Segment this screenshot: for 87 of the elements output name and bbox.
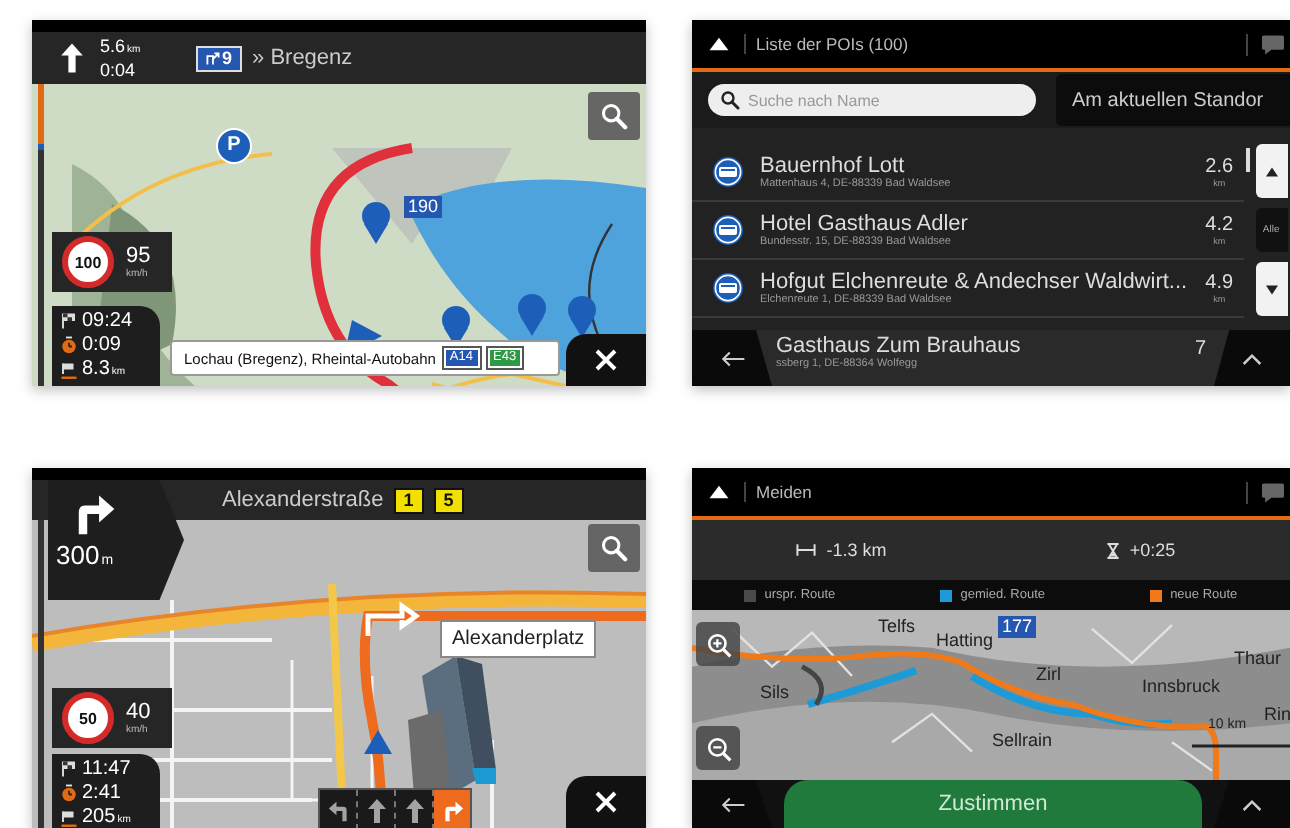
menu-icon[interactable]: [708, 484, 730, 500]
back-arrow-icon: [719, 795, 745, 813]
search-button[interactable]: [588, 92, 640, 140]
caret-up-icon: [1242, 351, 1262, 365]
trip-value: 11:47: [82, 757, 131, 781]
trip-value: 2:41: [82, 781, 121, 805]
place-label: Thaur: [1234, 648, 1282, 670]
straight-arrow-icon: [365, 797, 387, 823]
turn-right-icon: [441, 797, 463, 823]
current-speed: 95: [126, 244, 151, 268]
caret-up-icon: [1242, 797, 1262, 811]
poi-distance: 2.6: [1205, 156, 1234, 178]
location-filter-button[interactable]: Am aktuellen Standor: [1056, 74, 1290, 126]
chat-icon[interactable]: [1246, 481, 1286, 503]
place-label: Sellrain: [992, 730, 1053, 752]
page-up-button[interactable]: [1255, 144, 1288, 198]
distance-change: -1.3 km: [826, 540, 887, 560]
trip-value: 09:24: [82, 309, 133, 333]
search-icon: [600, 534, 628, 562]
road-number: 190: [404, 196, 443, 218]
search-icon: [600, 102, 628, 130]
position-arrow-icon: [364, 730, 392, 754]
street-name: Alexanderstraße: [222, 488, 384, 512]
map-pin-icon[interactable]: [568, 296, 596, 338]
place-label: Zirl: [1036, 664, 1061, 686]
straight-arrow-icon: [403, 797, 425, 823]
poi-name: Gasthaus Zum Brauhaus: [776, 334, 1023, 358]
scroll-thumb: [1245, 148, 1250, 172]
page-down-button[interactable]: [1255, 262, 1288, 316]
checkered-flag-icon: [60, 312, 78, 330]
straight-arrow-icon: [60, 40, 84, 76]
bus-icon: [712, 214, 744, 246]
place-label: Innsbruck: [1142, 676, 1221, 698]
close-button[interactable]: [566, 334, 646, 386]
speed-limit-sign: 50: [62, 692, 114, 744]
poi-distance: 7: [1194, 338, 1206, 360]
bus-icon: [712, 156, 744, 188]
triangle-up-icon: [1263, 165, 1280, 177]
map-pin-icon[interactable]: [362, 202, 390, 244]
road-sign: 1: [393, 487, 424, 513]
speed-limit-sign: 100: [62, 236, 114, 288]
screen-title: Meiden: [744, 482, 1232, 502]
distance-icon: [796, 542, 817, 558]
poi-name: Hotel Gasthaus Adler: [760, 211, 970, 235]
place-label: Hatting: [936, 630, 994, 652]
place-label: Telfs: [878, 616, 916, 638]
clock-icon: [60, 336, 78, 354]
search-icon: [720, 90, 740, 110]
poi-distance: 4.2: [1205, 214, 1234, 236]
close-icon: [594, 790, 618, 814]
clock-icon: [60, 784, 78, 802]
accept-button[interactable]: Zustimmen: [784, 780, 1202, 828]
maneuver-time: 0:04: [100, 60, 138, 80]
zoom-out-icon: [705, 735, 731, 761]
back-button[interactable]: [692, 780, 772, 828]
street-name: » Bregenz: [252, 46, 353, 70]
menu-icon[interactable]: [708, 36, 730, 52]
back-arrow-icon: [719, 349, 745, 367]
search-button[interactable]: [588, 524, 640, 572]
road-number: 177: [998, 616, 1037, 638]
turn-left-icon: [327, 797, 349, 823]
exit-icon: [206, 51, 220, 65]
flag-distance-icon: [60, 809, 78, 827]
bus-icon: [712, 272, 744, 304]
time-change: +0:25: [1129, 540, 1176, 560]
checkered-flag-icon: [60, 760, 78, 778]
screen-title: Liste der POIs (100): [744, 34, 1232, 54]
close-icon: [594, 348, 618, 372]
chat-icon[interactable]: [1246, 33, 1286, 55]
poi-name: Hofgut Elchenreute & Andechser Waldwirt...: [760, 269, 1188, 293]
poi-distance: 4.9: [1205, 272, 1234, 294]
zoom-in-button[interactable]: [696, 622, 740, 666]
place-label: Rin: [1264, 704, 1290, 726]
road-sign: 9: [196, 45, 243, 71]
search-field[interactable]: Suche nach Name: [708, 84, 1036, 116]
zoom-in-icon: [705, 631, 731, 657]
zoom-out-button[interactable]: [696, 726, 740, 770]
hourglass-icon: [1105, 541, 1120, 559]
close-button[interactable]: [566, 776, 646, 828]
flag-distance-icon: [60, 361, 78, 379]
trip-value: 0:09: [82, 333, 121, 357]
poi-name: Bauernhof Lott: [760, 153, 907, 177]
road-sign: 5: [433, 487, 464, 513]
triangle-down-icon: [1263, 283, 1280, 295]
place-label: Sils: [760, 682, 790, 704]
place-label: Alexanderplatz: [440, 620, 597, 658]
current-speed: 40: [126, 700, 151, 724]
